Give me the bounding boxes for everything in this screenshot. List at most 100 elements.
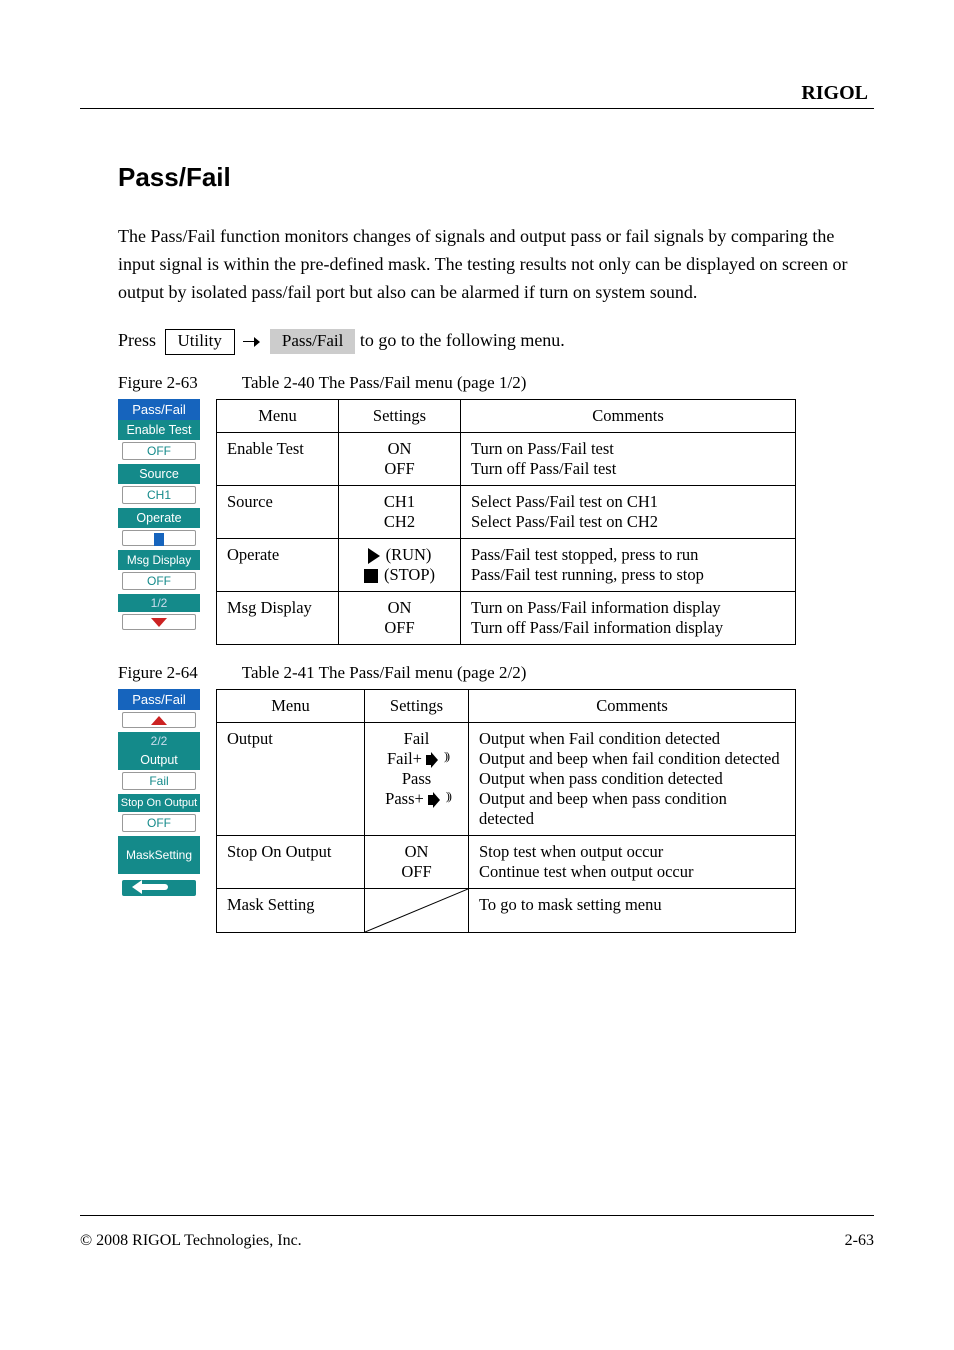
- cell-settings: ON OFF: [339, 591, 461, 644]
- footer-copyright: © 2008 RIGOL Technologies, Inc.: [80, 1232, 302, 1250]
- cell-comments: Pass/Fail test stopped, press to run Pas…: [461, 538, 796, 591]
- table-header-row: Menu Settings Comments: [217, 399, 796, 432]
- th-comments: Comments: [469, 689, 796, 722]
- run-label: (RUN): [386, 545, 432, 564]
- side-menu-enable-val: OFF: [122, 442, 196, 460]
- side-menu-operate-val: [122, 530, 196, 546]
- setting-ch1: CH1: [349, 492, 450, 512]
- cell-settings: ON OFF: [339, 432, 461, 485]
- side-menu-stoponoutput: Stop On Output: [118, 794, 200, 812]
- comment-line: Turn off Pass/Fail test: [471, 459, 785, 479]
- divider-bottom: [80, 1215, 874, 1216]
- comment-line: Output and beep when fail condition dete…: [479, 749, 785, 769]
- divider-top: [80, 108, 874, 109]
- comment-line: Output when pass condition detected: [479, 769, 785, 789]
- stop-label: (STOP): [384, 565, 435, 584]
- side-menu-page1: Pass/Fail Enable Test OFF Source CH1 Ope…: [118, 399, 200, 634]
- th-menu: Menu: [217, 399, 339, 432]
- side-menu-page2: Pass/Fail 2/2 Output Fail Stop On Output…: [118, 689, 200, 900]
- side-menu-source-val: CH1: [122, 486, 196, 504]
- comment-line: Turn on Pass/Fail information display: [471, 598, 785, 618]
- side-menu-page-indicator: 2/2: [118, 732, 200, 750]
- press-tail: to go to the following menu.: [360, 330, 565, 350]
- table-caption-1: Table 2-40 The Pass/Fail menu (page 1/2): [242, 373, 527, 392]
- cell-menu: Enable Test: [217, 432, 339, 485]
- comment-line: Stop test when output occur: [479, 842, 785, 862]
- utility-hardkey: Utility: [165, 329, 235, 355]
- cell-menu: Mask Setting: [217, 888, 365, 932]
- table-row: Stop On Output ON OFF Stop test when out…: [217, 835, 796, 888]
- menu-table-page2: Menu Settings Comments Output Fail Fail+…: [216, 689, 796, 933]
- cell-menu: Output: [217, 722, 365, 835]
- brand-text: RIGOL: [801, 82, 868, 105]
- cell-settings: ON OFF: [365, 835, 469, 888]
- table-caption-2: Table 2-41 The Pass/Fail menu (page 2/2): [242, 663, 527, 682]
- setting-off: OFF: [349, 459, 450, 479]
- table-row: Enable Test ON OFF Turn on Pass/Fail tes…: [217, 432, 796, 485]
- passfail-softkey: Pass/Fail: [270, 329, 355, 354]
- th-settings: Settings: [365, 689, 469, 722]
- setting-stop: (STOP): [349, 565, 450, 585]
- cell-comments: Select Pass/Fail test on CH1 Select Pass…: [461, 485, 796, 538]
- setting-on: ON: [375, 842, 458, 862]
- comment-line: Turn off Pass/Fail information display: [471, 618, 785, 638]
- side-menu-masksetting: MaskSetting: [118, 836, 200, 874]
- setting-off: OFF: [349, 618, 450, 638]
- side-menu-enable: Enable Test: [118, 420, 200, 440]
- table-row: Operate (RUN) (STOP) Pass/Fail test stop…: [217, 538, 796, 591]
- table-header-row: Menu Settings Comments: [217, 689, 796, 722]
- side-menu-title: Pass/Fail: [118, 399, 200, 420]
- side-menu-source: Source: [118, 464, 200, 484]
- figure-caption-1: Figure 2-63 Table 2-40 The Pass/Fail men…: [118, 373, 872, 393]
- setting-pass-beep: Pass+)): [375, 789, 458, 809]
- stop-icon: [364, 569, 378, 583]
- comment-line: Select Pass/Fail test on CH2: [471, 512, 785, 532]
- th-settings: Settings: [339, 399, 461, 432]
- footer: © 2008 RIGOL Technologies, Inc. 2-63: [80, 1232, 874, 1250]
- comment-line: Pass/Fail test running, press to stop: [471, 565, 785, 585]
- setting-off: OFF: [375, 862, 458, 882]
- cell-settings: CH1 CH2: [339, 485, 461, 538]
- side-menu-operate: Operate: [118, 508, 200, 528]
- arrow-right-icon: [243, 337, 261, 347]
- comment-line: Continue test when output occur: [479, 862, 785, 882]
- press-lead: Press: [118, 330, 156, 350]
- side-menu-output: Output: [118, 750, 200, 770]
- intro-paragraph: The Pass/Fail function monitors changes …: [118, 223, 872, 307]
- setting-on: ON: [349, 439, 450, 459]
- play-icon: [368, 548, 380, 564]
- setting-fail-beep: Fail+)): [375, 749, 458, 769]
- cell-settings: (RUN) (STOP): [339, 538, 461, 591]
- cell-comments: Output when Fail condition detected Outp…: [469, 722, 796, 835]
- fail-beep-label: Fail+: [387, 749, 422, 768]
- press-instruction: Press Utility Pass/Fail to go to the fol…: [118, 329, 872, 355]
- th-menu: Menu: [217, 689, 365, 722]
- cell-comments: Turn on Pass/Fail information display Tu…: [461, 591, 796, 644]
- figure-number-1: Figure 2-63: [118, 373, 198, 392]
- footer-page-number: 2-63: [845, 1232, 874, 1250]
- menu-table-page1: Menu Settings Comments Enable Test ON OF…: [216, 399, 796, 645]
- cell-comments: Turn on Pass/Fail test Turn off Pass/Fai…: [461, 432, 796, 485]
- table-row: Msg Display ON OFF Turn on Pass/Fail inf…: [217, 591, 796, 644]
- side-menu-msgdisplay: Msg Display: [118, 550, 200, 570]
- side-menu-page-indicator: 1/2: [118, 594, 200, 612]
- figure-caption-2: Figure 2-64 Table 2-41 The Pass/Fail men…: [118, 663, 872, 683]
- figure-number-2: Figure 2-64: [118, 663, 198, 682]
- page-title: Pass/Fail: [118, 162, 872, 193]
- comment-line: Pass/Fail test stopped, press to run: [471, 545, 785, 565]
- side-menu-stoponoutput-val: OFF: [122, 814, 196, 832]
- setting-ch2: CH2: [349, 512, 450, 532]
- cell-settings: Fail Fail+)) Pass Pass+)): [365, 722, 469, 835]
- th-comments: Comments: [461, 399, 796, 432]
- cell-menu: Msg Display: [217, 591, 339, 644]
- pass-beep-label: Pass+: [385, 789, 424, 808]
- cell-menu: Stop On Output: [217, 835, 365, 888]
- menu-up-icon: [122, 712, 196, 728]
- speaker-icon: )): [426, 752, 446, 768]
- comment-line: Output and beep when pass condition dete…: [479, 789, 785, 829]
- cell-comments: To go to mask setting menu: [469, 888, 796, 932]
- table-row: Mask Setting To go to mask setting menu: [217, 888, 796, 932]
- setting-fail: Fail: [375, 729, 458, 749]
- table-row: Output Fail Fail+)) Pass Pass+)) Output …: [217, 722, 796, 835]
- comment-line: Turn on Pass/Fail test: [471, 439, 785, 459]
